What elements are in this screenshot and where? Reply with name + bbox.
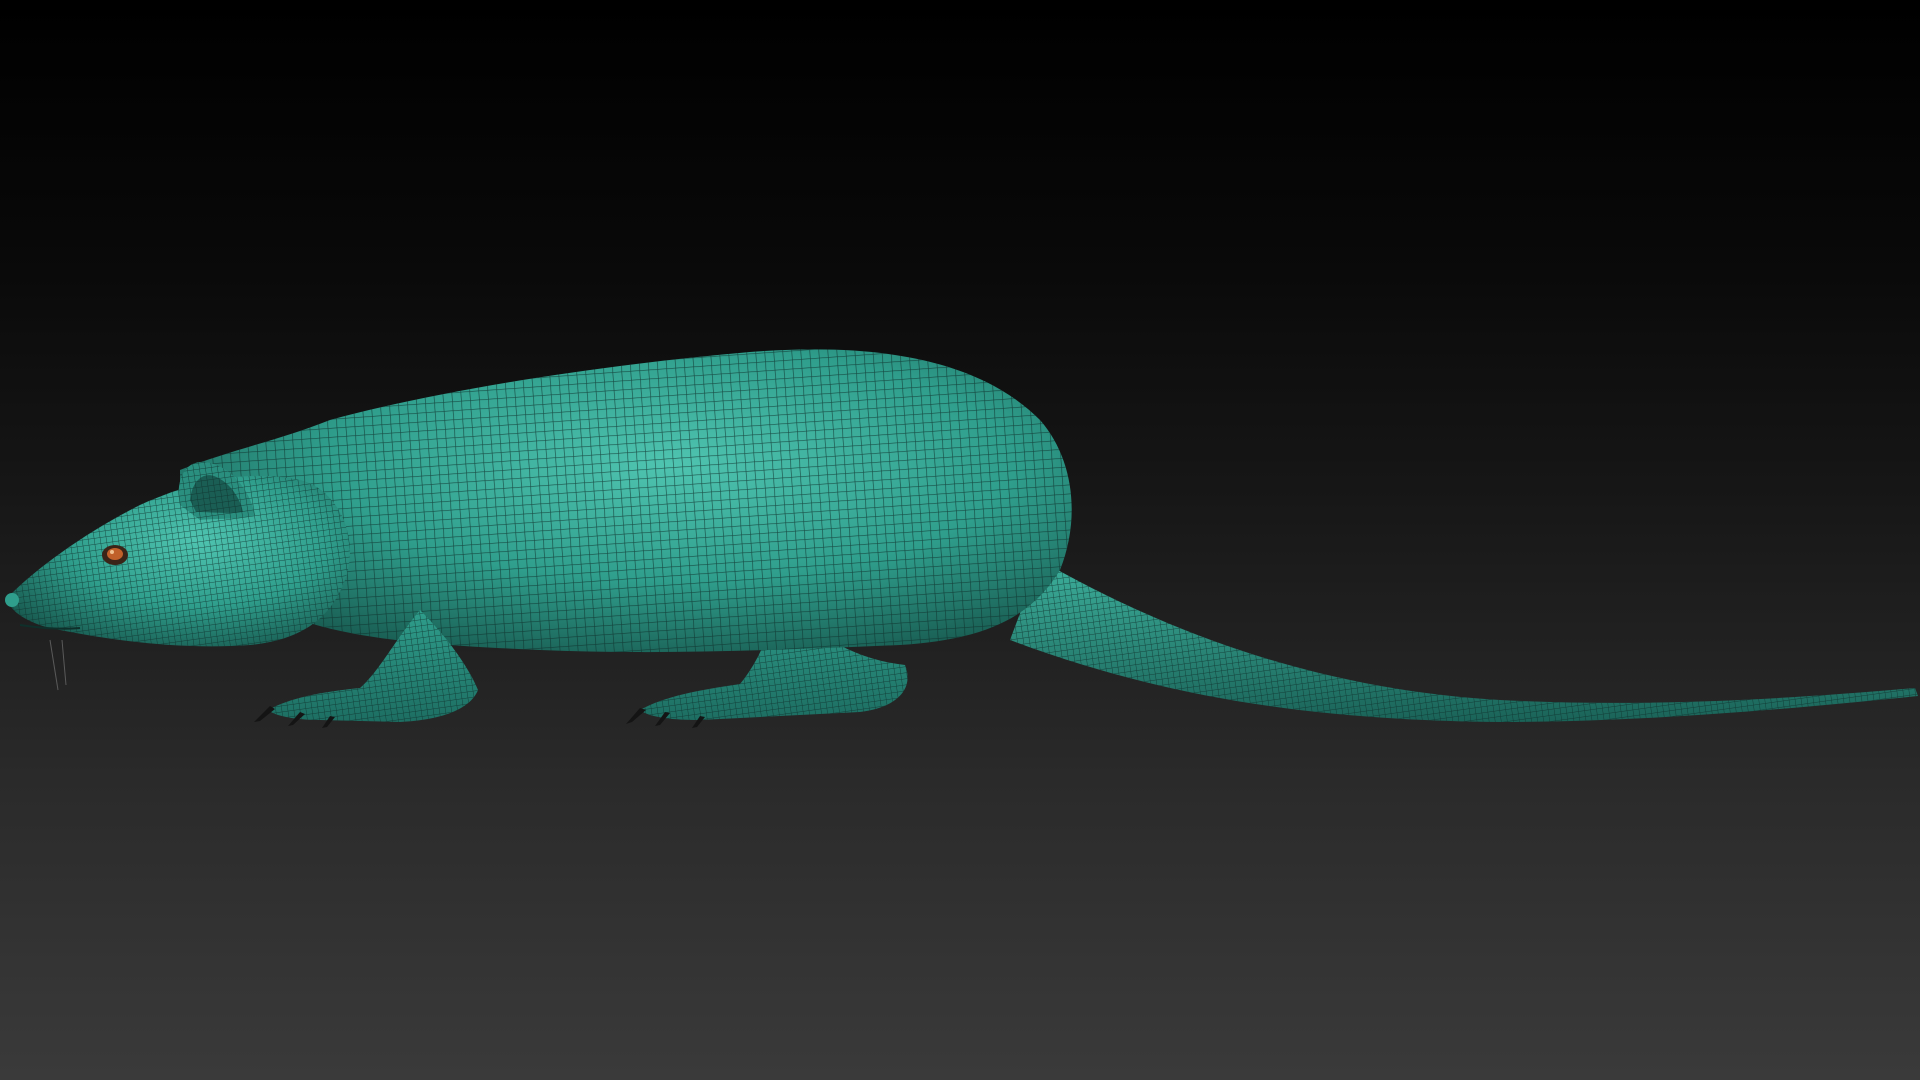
rat-eye: [102, 545, 128, 565]
3d-viewport-canvas[interactable]: [0, 0, 1920, 1080]
model-render[interactable]: [0, 0, 1920, 1080]
rat-tail: [1010, 560, 1918, 722]
